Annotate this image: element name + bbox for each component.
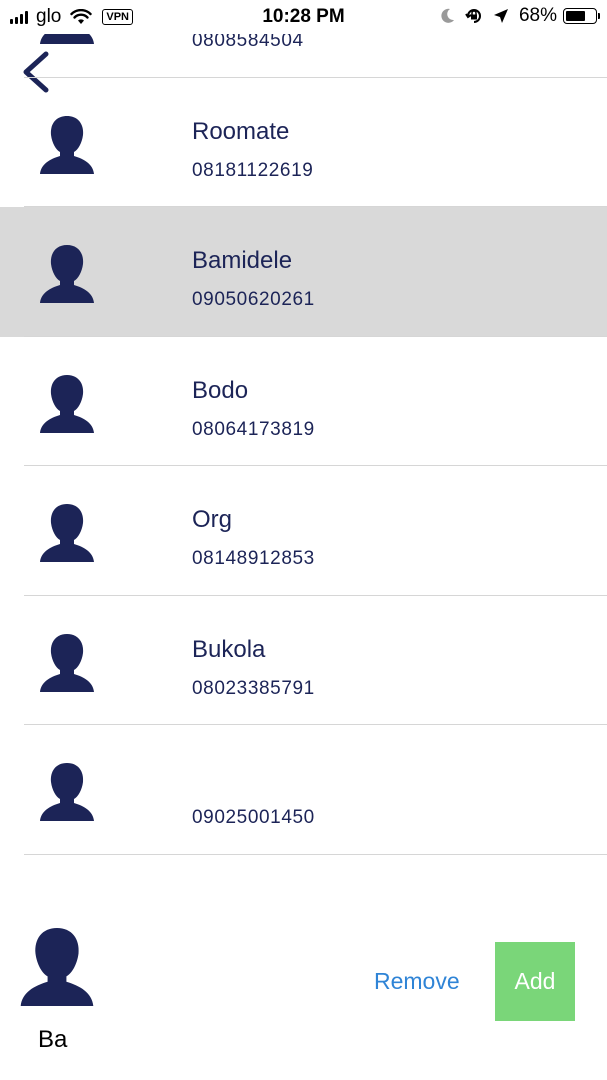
contact-name: Bamidele [192,247,293,274]
selected-contact-avatar [20,928,94,1006]
contact-row[interactable]: Roomate 08181122619 [0,78,607,207]
status-bar: glo VPN 10:28 PM 68% [0,0,607,34]
contact-row[interactable]: Bukola 08023385791 [0,596,607,725]
contact-row[interactable]: 0808584504 [0,34,607,78]
contact-name: Roomate [192,117,290,145]
contact-row[interactable]: Org 08148912853 [0,466,607,596]
contact-name: Bukola [192,635,266,663]
row-divider [24,853,607,855]
add-button[interactable]: Add [495,942,575,1021]
contact-row[interactable]: Bamidele 09050620261 [0,207,607,337]
remove-button[interactable]: Remove [374,968,460,995]
contact-phone: 09050620261 [192,289,315,310]
location-arrow-icon [493,9,508,23]
selection-bar: Ba Remove Add [0,906,607,1080]
contact-name: Org [192,506,233,533]
contact-avatar-icon [40,763,94,821]
contact-avatar-icon [40,633,94,692]
contact-avatar-icon [40,115,94,174]
contact-name: Bodo [192,376,249,404]
contact-row[interactable]: Bodo 08064173819 [0,337,607,466]
battery-percent: 68% [518,5,557,26]
selected-contact-name: Ba [38,1026,68,1053]
contact-avatar-icon [40,245,94,303]
contact-phone: 09025001450 [192,807,315,828]
orientation-lock-icon [465,9,481,23]
contact-list[interactable]: 0808584504 Roomate 08181122619 Bamidele 0905… [0,34,607,906]
contact-avatar-icon [40,374,94,433]
contact-phone: 08064173819 [192,418,315,440]
contact-row[interactable]: 09025001450 [0,725,607,855]
contact-phone: 08023385791 [192,677,315,699]
contact-phone: 08148912853 [192,548,315,569]
contact-avatar-icon [40,34,94,44]
contact-phone: 08181122619 [192,159,314,181]
contact-avatar-icon [40,504,94,562]
status-right: 68% [441,5,600,27]
contact-list-items: 0808584504 Roomate 08181122619 Bamidele 0905… [0,34,607,855]
contact-phone: 0808584504 [192,34,304,51]
battery-icon [563,8,600,24]
battery-fill [566,11,586,21]
moon-icon [441,8,454,23]
